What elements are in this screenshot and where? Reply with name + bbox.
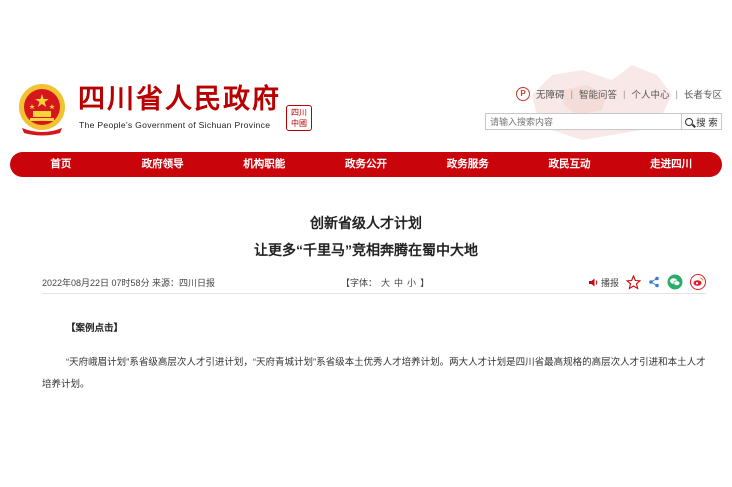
site-title[interactable]: 四川省人民政府 [78, 84, 281, 116]
play-label: 播报 [600, 277, 619, 288]
article-meta: 2022年08月22日 07时58分 来源：四川日报 【字体：大中小】 播报 [42, 272, 706, 292]
font-size-selector: 【字体：大中小】 [339, 276, 431, 289]
seal-logo: 四川 中國 [286, 105, 312, 131]
top-links: P 无障碍 | 智能问答 | 个人中心 | 长者专区 [516, 85, 722, 103]
weibo-icon [690, 274, 706, 290]
top-link-elderly[interactable]: 长者专区 [684, 87, 722, 101]
wechat-share-button[interactable] [667, 274, 683, 290]
case-heading: 【案例点击】 [66, 323, 124, 334]
search-icon [685, 117, 694, 126]
national-emblem-icon [19, 84, 65, 136]
share-button[interactable] [648, 276, 660, 288]
article-title-line1: 创新省级人才计划 [310, 215, 422, 231]
header: 四川省人民政府 The People's Government of Sichu… [0, 0, 732, 150]
search-box: 搜 索 [485, 113, 722, 130]
article-tools: 播报 [581, 272, 706, 292]
font-size-medium[interactable]: 中 [394, 278, 403, 288]
nav-item-interaction[interactable]: 政民互动 [519, 152, 621, 177]
article-title-line2: 让更多“千里马”竞相奔腾在蜀中大地 [254, 242, 478, 258]
font-size-large[interactable]: 大 [381, 278, 390, 288]
play-audio-button[interactable]: 播报 [588, 276, 619, 289]
font-size-label: 【字体： [341, 278, 378, 288]
wechat-icon [667, 274, 683, 290]
star-icon [626, 274, 641, 290]
main-nav: 首页 政府领导 机构职能 政务公开 政务服务 政民互动 走进四川 [10, 152, 722, 177]
speaker-icon [588, 278, 598, 286]
nav-item-home[interactable]: 首页 [10, 152, 112, 177]
accessibility-icon[interactable]: P [516, 87, 531, 101]
divider: | [675, 88, 678, 100]
weibo-share-button[interactable] [690, 274, 706, 290]
site-subtitle: The People's Government of Sichuan Provi… [79, 120, 271, 130]
font-size-small[interactable]: 小 [407, 278, 416, 288]
nav-item-institutions[interactable]: 机构职能 [213, 152, 315, 177]
nav-item-services[interactable]: 政务服务 [417, 152, 519, 177]
publish-date: 2022年08月22日 07时58分 [42, 278, 150, 288]
top-link-personal-center[interactable]: 个人中心 [632, 87, 670, 101]
divider: | [570, 88, 574, 100]
nav-item-leaders[interactable]: 政府领导 [112, 152, 214, 177]
font-size-close: 】 [420, 278, 430, 288]
search-button[interactable]: 搜 索 [682, 113, 722, 130]
divider [42, 293, 706, 294]
top-link-qa[interactable]: 智能问答 [579, 87, 617, 101]
search-button-label: 搜 索 [696, 117, 718, 129]
favorite-button[interactable] [626, 274, 641, 290]
share-icon [649, 276, 659, 288]
nav-item-public-affairs[interactable]: 政务公开 [315, 152, 417, 177]
divider: | [623, 88, 626, 100]
article-paragraph: “天府峨眉计划”系省级高层次人才引进计划，“天府青城计划”系省级本土优秀人才培养… [42, 357, 706, 390]
top-link-accessibility[interactable]: 无障碍 [536, 87, 565, 101]
article-source: 来源：四川日报 [152, 278, 216, 288]
search-input[interactable] [485, 113, 682, 130]
nav-item-about-sichuan[interactable]: 走进四川 [620, 152, 722, 177]
